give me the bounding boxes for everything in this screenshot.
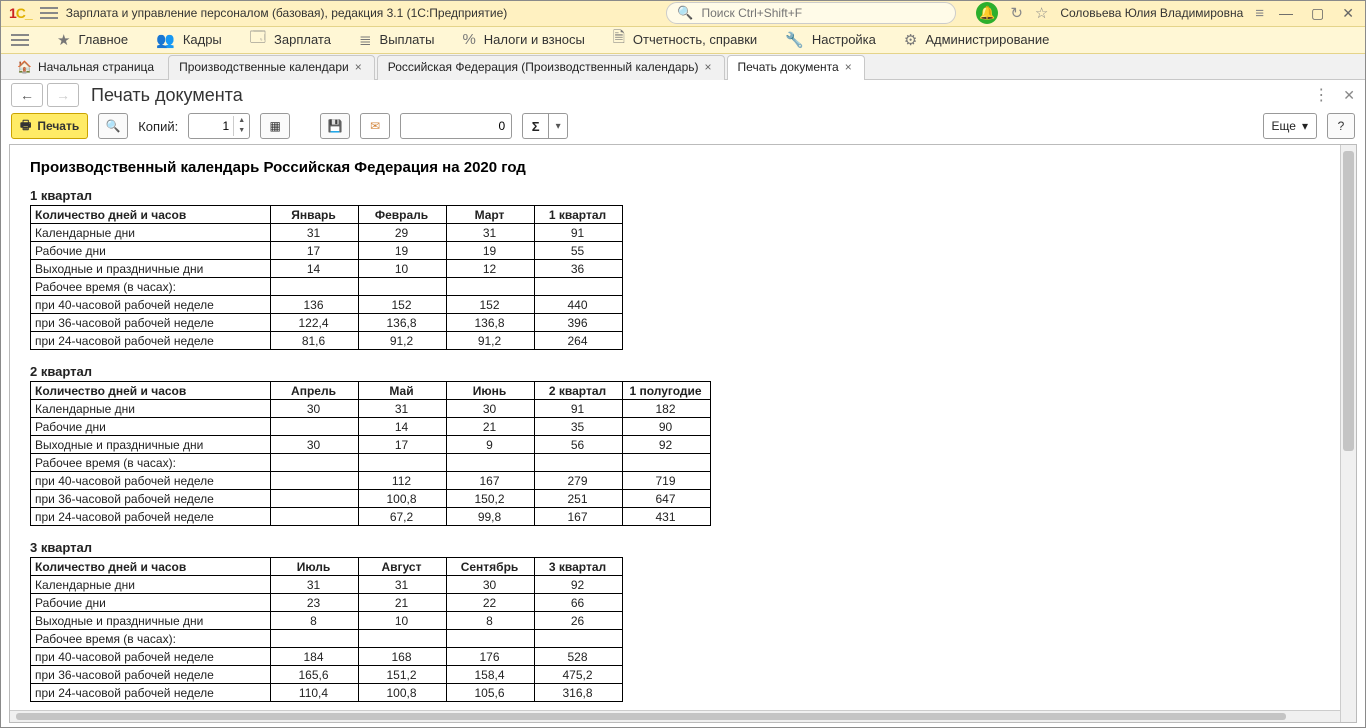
document-content[interactable]: Производственный календарь Российская Фе… (10, 145, 1340, 722)
menu-zarplata[interactable]: 🗔Зарплата (250, 27, 331, 52)
main-menu: ★Главное 👥Кадры 🗔Зарплата ≣Выплаты %Нало… (1, 26, 1365, 54)
menu-reports[interactable]: 🗎Отчетность, справки (613, 27, 757, 52)
nav-back[interactable]: ← (11, 83, 43, 107)
global-search[interactable]: 🔍 (666, 2, 956, 24)
tab-home[interactable]: 🏠Начальная страница (7, 56, 166, 80)
star-icon: ★ (57, 31, 70, 49)
document-area: Производственный календарь Российская Фе… (9, 144, 1357, 723)
stepper-up[interactable]: ▲ (234, 116, 249, 126)
close-page-icon[interactable]: ✕ (1343, 87, 1355, 104)
vertical-scrollbar[interactable] (1340, 145, 1356, 722)
save-icon: 💾 (328, 119, 343, 133)
list-icon: ≣ (359, 31, 372, 49)
stepper-down[interactable]: ▼ (234, 126, 249, 136)
horizontal-scrollbar[interactable] (10, 710, 1340, 722)
sum-field[interactable] (400, 113, 512, 139)
tab-print-doc[interactable]: Печать документа× (727, 55, 865, 80)
open-tabs: 🏠Начальная страница Производственные кал… (1, 54, 1365, 80)
menu-settings[interactable]: 🔧Настройка (785, 31, 876, 49)
notifications-icon[interactable]: 🔔 (976, 2, 998, 24)
printer-icon: 🖶 (20, 116, 31, 137)
sigma-icon: Σ (522, 113, 548, 139)
nav-forward[interactable]: → (47, 83, 79, 107)
favorite-icon[interactable]: ☆ (1035, 4, 1048, 22)
chevron-down-icon: ▾ (1302, 119, 1308, 133)
doc-header: ← → Печать документа ⋮ ✕ (1, 80, 1365, 110)
close-icon[interactable]: × (705, 60, 712, 74)
menu-nalogi[interactable]: %Налоги и взносы (462, 31, 584, 48)
people-icon: 👥 (156, 31, 175, 49)
close-icon[interactable]: × (355, 60, 362, 74)
menu-admin[interactable]: ⚙Администрирование (904, 31, 1049, 49)
home-icon: 🏠 (17, 60, 32, 74)
settings-icon[interactable]: ≡ (1255, 5, 1264, 22)
menu-toggle-icon[interactable] (40, 4, 58, 22)
search-input[interactable] (700, 5, 946, 21)
more-icon[interactable]: ⋮ (1313, 85, 1329, 105)
percent-icon: % (462, 31, 475, 48)
gear-icon: ⚙ (904, 31, 917, 49)
save-button[interactable]: 💾 (320, 113, 350, 139)
doc-title: Производственный календарь Российская Фе… (30, 159, 1320, 176)
sections-icon[interactable] (11, 31, 29, 49)
preview-button[interactable]: 🔍 (98, 113, 128, 139)
copies-input[interactable] (189, 119, 233, 133)
wrench-icon: 🔧 (785, 31, 804, 49)
current-user[interactable]: Соловьева Юлия Владимировна (1060, 6, 1243, 20)
menu-main[interactable]: ★Главное (57, 31, 128, 49)
app-logo: 1С_ (9, 5, 32, 21)
quarter-title: 3 квартал (30, 540, 1320, 555)
grid-icon: ▦ (269, 119, 280, 133)
search-icon: 🔍 (677, 5, 693, 21)
calc-icon: 🗔 (250, 27, 266, 52)
quarter-title: 1 квартал (30, 188, 1320, 203)
chevron-down-icon[interactable]: ▾ (548, 113, 568, 139)
quarter-title: 2 квартал (30, 364, 1320, 379)
tab-rf-calendar[interactable]: Российская Федерация (Производственный к… (377, 55, 725, 80)
tab-calendars[interactable]: Производственные календари× (168, 55, 375, 80)
calendar-table: Количество дней и часовЯнварьФевральМарт… (30, 205, 623, 350)
template-button[interactable]: ▦ (260, 113, 290, 139)
window-minimize[interactable]: — (1276, 5, 1296, 21)
menu-kadry[interactable]: 👥Кадры (156, 31, 222, 49)
history-icon[interactable]: ↻ (1010, 4, 1023, 22)
sum-button[interactable]: Σ▾ (522, 113, 568, 139)
titlebar: 1С_ Зарплата и управление персоналом (ба… (1, 1, 1365, 26)
window-maximize[interactable]: ▢ (1308, 5, 1327, 22)
more-button[interactable]: Еще▾ (1263, 113, 1317, 139)
app-title: Зарплата и управление персоналом (базова… (66, 6, 508, 20)
scrollbar-thumb[interactable] (16, 713, 1286, 720)
copies-label: Копий: (138, 119, 178, 134)
calendar-table: Количество дней и часовИюльАвгустСентябр… (30, 557, 623, 702)
doc-icon: 🗎 (613, 27, 625, 52)
mail-button[interactable]: ✉ (360, 113, 390, 139)
mail-icon: ✉ (370, 119, 380, 133)
toolbar: 🖶Печать 🔍 Копий: ▲▼ ▦ 💾 ✉ Σ▾ Еще▾ ? (1, 110, 1365, 142)
page-title: Печать документа (91, 85, 243, 106)
menu-vyplaty[interactable]: ≣Выплаты (359, 31, 434, 49)
close-icon[interactable]: × (845, 60, 852, 74)
copies-stepper[interactable]: ▲▼ (188, 113, 250, 139)
calendar-table: Количество дней и часовАпрельМайИюнь2 кв… (30, 381, 711, 526)
print-button[interactable]: 🖶Печать (11, 113, 88, 139)
preview-icon: 🔍 (106, 119, 121, 133)
window-close[interactable]: ✕ (1339, 5, 1357, 22)
scrollbar-thumb[interactable] (1343, 151, 1354, 451)
help-button[interactable]: ? (1327, 113, 1355, 139)
